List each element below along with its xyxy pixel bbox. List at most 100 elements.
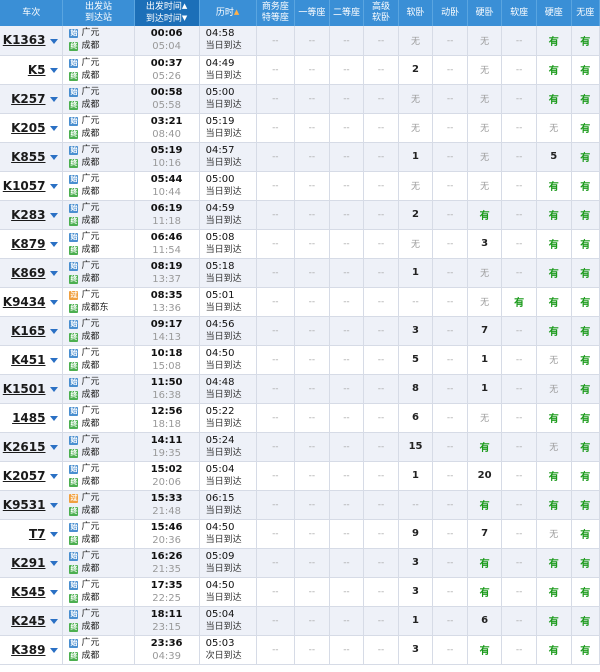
train-number-link[interactable]: K165 bbox=[11, 324, 45, 338]
seat-cell: -- bbox=[501, 84, 537, 114]
seat-cell: 有 bbox=[571, 258, 600, 288]
train-number-link[interactable]: K291 bbox=[11, 556, 45, 570]
train-number-link[interactable]: K5 bbox=[28, 63, 46, 77]
train-number-link[interactable]: K2057 bbox=[3, 469, 46, 483]
col-duration[interactable]: 历时▲ bbox=[199, 0, 257, 26]
seat-availability: 6 bbox=[481, 615, 489, 626]
seat-availability: -- bbox=[308, 239, 316, 249]
times-cell: 00:37 05:26 bbox=[134, 55, 200, 85]
expand-stops-icon[interactable] bbox=[50, 68, 59, 73]
seat-cell: -- bbox=[501, 374, 537, 404]
seat-availability: 无 bbox=[480, 414, 490, 424]
expand-stops-icon[interactable] bbox=[50, 590, 59, 595]
seat-cell: 1 bbox=[398, 606, 434, 636]
expand-stops-icon[interactable] bbox=[50, 300, 59, 305]
train-number-link[interactable]: K205 bbox=[11, 121, 45, 135]
times-cell: 23:36 04:39 bbox=[134, 635, 200, 665]
expand-stops-icon[interactable] bbox=[50, 213, 59, 218]
train-number-link[interactable]: K869 bbox=[11, 266, 45, 280]
seat-availability: 7 bbox=[481, 325, 489, 336]
seat-cell: 无 bbox=[536, 345, 572, 375]
duration-value: 05:03 bbox=[205, 637, 235, 649]
col-train-label: 车次 bbox=[22, 7, 41, 18]
col-special-label: 特等座 bbox=[261, 13, 289, 23]
expand-stops-icon[interactable] bbox=[50, 358, 59, 363]
seat-availability: -- bbox=[446, 239, 454, 249]
seat-cell: 9 bbox=[398, 519, 434, 549]
stations-cell: 始广元终成都 bbox=[62, 113, 135, 143]
arrival-day: 当日到达 bbox=[205, 621, 242, 632]
expand-stops-icon[interactable] bbox=[50, 242, 59, 247]
expand-stops-icon[interactable] bbox=[50, 445, 59, 450]
train-number-link[interactable]: T7 bbox=[29, 527, 46, 541]
seat-cell: -- bbox=[329, 55, 365, 85]
expand-stops-icon[interactable] bbox=[50, 561, 59, 566]
seat-availability: -- bbox=[343, 152, 350, 162]
train-number-link[interactable]: K257 bbox=[11, 92, 45, 106]
seat-cell: -- bbox=[329, 519, 365, 549]
expand-stops-icon[interactable] bbox=[50, 387, 59, 392]
arrival-day: 当日到达 bbox=[205, 70, 242, 81]
expand-stops-icon[interactable] bbox=[50, 416, 59, 421]
col-train[interactable]: 车次 bbox=[0, 0, 64, 26]
train-number-link[interactable]: K879 bbox=[11, 237, 45, 251]
seat-availability: 有 bbox=[580, 356, 591, 367]
expand-stops-icon[interactable] bbox=[50, 619, 59, 624]
seat-cell: -- bbox=[398, 490, 434, 520]
seat-availability: -- bbox=[377, 35, 385, 46]
seat-availability: 有 bbox=[479, 443, 490, 454]
train-number-link[interactable]: K451 bbox=[11, 353, 45, 367]
arrival-day: 当日到达 bbox=[205, 476, 242, 487]
seat-availability: 8 bbox=[412, 383, 420, 394]
train-number-link[interactable]: K1057 bbox=[3, 179, 46, 193]
train-number-link[interactable]: K9531 bbox=[3, 498, 46, 512]
expand-stops-icon[interactable] bbox=[50, 126, 59, 131]
train-number-link[interactable]: K1501 bbox=[3, 382, 46, 396]
arrival-time: 21:48 bbox=[152, 505, 182, 517]
arrival-time: 15:08 bbox=[152, 360, 182, 372]
expand-stops-icon[interactable] bbox=[50, 38, 59, 44]
expand-stops-icon[interactable] bbox=[50, 503, 59, 508]
train-number-link[interactable]: K245 bbox=[11, 614, 45, 628]
seat-availability: -- bbox=[272, 123, 279, 133]
train-number-link[interactable]: K2615 bbox=[3, 440, 46, 454]
to-type-badge: 终 bbox=[69, 42, 79, 52]
seat-availability: -- bbox=[446, 123, 454, 133]
times-cell: 15:46 20:36 bbox=[134, 519, 200, 549]
seat-cell: 无 bbox=[467, 142, 503, 172]
expand-stops-icon[interactable] bbox=[50, 648, 59, 653]
expand-stops-icon[interactable] bbox=[50, 474, 59, 479]
seat-availability: -- bbox=[515, 326, 523, 336]
train-cell: K2615 bbox=[0, 432, 64, 462]
train-number-link[interactable]: K283 bbox=[11, 208, 45, 222]
from-type-badge: 始 bbox=[69, 406, 79, 416]
seat-cell: -- bbox=[256, 403, 296, 433]
expand-stops-icon[interactable] bbox=[50, 155, 59, 160]
seat-cell: -- bbox=[363, 635, 399, 665]
seat-availability: 有 bbox=[580, 153, 591, 164]
train-number-link[interactable]: 1485 bbox=[12, 411, 45, 425]
train-number-link[interactable]: K389 bbox=[11, 643, 45, 657]
seat-cell: 3 bbox=[398, 577, 434, 607]
arrival-day: 当日到达 bbox=[205, 534, 242, 545]
expand-stops-icon[interactable] bbox=[50, 271, 59, 276]
expand-stops-icon[interactable] bbox=[50, 184, 59, 189]
train-number-link[interactable]: K545 bbox=[11, 585, 45, 599]
col-duration-label: 历时 bbox=[215, 8, 234, 18]
expand-stops-icon[interactable] bbox=[50, 97, 59, 102]
seat-availability: -- bbox=[308, 529, 316, 539]
expand-stops-icon[interactable] bbox=[50, 329, 59, 334]
col-stations[interactable]: 出发站 到达站 bbox=[62, 0, 135, 26]
expand-stops-icon[interactable] bbox=[50, 532, 59, 537]
train-number-link[interactable]: K855 bbox=[11, 150, 45, 164]
times-cell: 14:11 19:35 bbox=[134, 432, 200, 462]
col-hard-sleeper: 硬卧 bbox=[467, 0, 503, 26]
train-number-link[interactable]: K9434 bbox=[3, 295, 46, 309]
seat-availability: -- bbox=[308, 587, 316, 597]
col-times[interactable]: 出发时间▲ 到达时间▼ bbox=[134, 0, 200, 26]
seat-cell: -- bbox=[256, 432, 296, 462]
seat-cell: -- bbox=[501, 142, 537, 172]
arrival-day: 当日到达 bbox=[205, 128, 242, 139]
train-number-link[interactable]: K1363 bbox=[3, 33, 46, 47]
col-hard-seat: 硬座 bbox=[536, 0, 572, 26]
